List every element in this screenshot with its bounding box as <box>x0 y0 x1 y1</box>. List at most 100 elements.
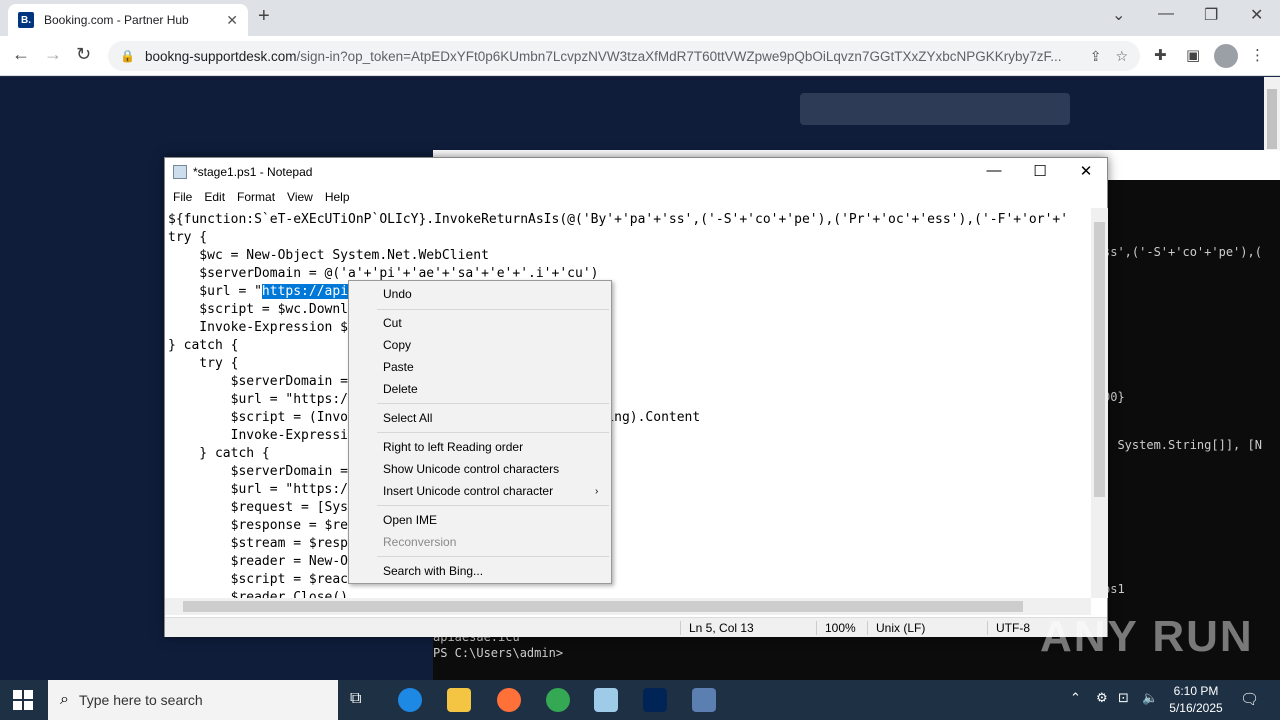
file-explorer-icon[interactable] <box>447 688 471 712</box>
notepad-titlebar[interactable]: *stage1.ps1 - Notepad <box>165 158 1107 186</box>
reload-icon[interactable]: ↻ <box>76 44 91 65</box>
code-line: $serverDomain = cu') <box>230 374 599 389</box>
notepad-vscroll-thumb[interactable] <box>1094 222 1105 497</box>
side-panel-icon[interactable]: ▣ <box>1186 46 1200 64</box>
browser-tab[interactable]: B. Booking.com - Partner Hub ✕ <box>8 4 248 36</box>
status-line-ending: Unix (LF) <box>867 621 925 635</box>
code-line: $reader = New-O eam) <box>230 554 599 569</box>
ctx-select-all[interactable]: Select All <box>383 407 432 429</box>
browser-toolbar: ← → ↻ 🔒 bookng-supportdesk.com/sign-in?o… <box>0 36 1280 76</box>
notepad-title: *stage1.ps1 - Notepad <box>193 165 313 179</box>
ctx-delete[interactable]: Delete <box>383 378 418 400</box>
menu-view[interactable]: View <box>281 190 319 204</box>
tray-device-icon[interactable]: ⚙ <box>1096 690 1108 706</box>
tab-search-icon[interactable]: ⌄ <box>1112 5 1125 25</box>
code-line: try { <box>168 230 208 245</box>
ctx-cut[interactable]: Cut <box>383 312 402 334</box>
page-search-bar <box>800 93 1070 125</box>
tab-title: Booking.com - Partner Hub <box>44 13 189 27</box>
notepad-icon <box>173 165 187 179</box>
notepad-minimize-icon[interactable]: — <box>971 162 1017 179</box>
menu-help[interactable]: Help <box>319 190 356 204</box>
restore-icon[interactable]: ❐ <box>1204 5 1218 25</box>
ps-line: ss',('-S'+'co'+'pe'),( <box>1103 245 1262 259</box>
volume-icon[interactable]: 🔈 <box>1142 690 1158 706</box>
taskbar: ⌕ Type here to search ⧉ ⌃ ⚙ ⊡ 🔈 6:10 PM … <box>0 680 1280 720</box>
search-placeholder: Type here to search <box>78 692 203 708</box>
address-bar[interactable]: 🔒 bookng-supportdesk.com/sign-in?op_toke… <box>108 41 1140 71</box>
bookmark-star-icon[interactable]: ☆ <box>1115 48 1128 65</box>
powershell-taskbar-icon[interactable] <box>643 688 667 712</box>
clock[interactable]: 6:10 PM 5/16/2025 <box>1166 683 1226 717</box>
notepad-window[interactable]: *stage1.ps1 - Notepad — ☐ ✕ File Edit Fo… <box>164 157 1108 637</box>
ctx-show-unicode[interactable]: Show Unicode control characters <box>383 458 559 480</box>
notification-icon[interactable]: 🗨 <box>1240 690 1259 708</box>
profile-avatar[interactable] <box>1214 44 1238 68</box>
ctx-paste[interactable]: Paste <box>383 356 414 378</box>
ctx-rtl-reading[interactable]: Right to left Reading order <box>383 436 523 458</box>
ctx-undo[interactable]: Undo <box>383 283 412 305</box>
ctx-separator <box>377 309 609 310</box>
notepad-menu-bar: File Edit Format View Help <box>165 186 1107 208</box>
ps-line: , System.String[]], [N <box>1103 438 1262 452</box>
code-line: try { <box>168 356 239 371</box>
submenu-arrow-icon: › <box>595 486 599 497</box>
task-view-icon[interactable]: ⧉ <box>350 690 361 708</box>
notepad-status-bar: Ln 5, Col 13 100% Unix (LF) UTF-8 <box>165 617 1107 637</box>
notepad-editor[interactable]: ${function:S`eT-eXEcUTiOnP`OLIcY}.Invoke… <box>165 208 1091 598</box>
code-line: $serverDomain = @('a'+'pi'+'ae'+'sa'+'e'… <box>168 266 599 281</box>
status-position: Ln 5, Col 13 <box>680 621 754 635</box>
ctx-open-ime[interactable]: Open IME <box>383 509 437 531</box>
new-tab-icon[interactable]: + <box>258 5 270 28</box>
selected-text[interactable]: https://api <box>261 284 349 299</box>
tab-close-icon[interactable]: ✕ <box>226 12 238 29</box>
ctx-insert-unicode[interactable]: Insert Unicode control character <box>383 480 553 502</box>
ctx-copy[interactable]: Copy <box>383 334 411 356</box>
code-line: Invoke-Expression $ <box>168 320 349 335</box>
windows-start-icon[interactable] <box>13 690 33 710</box>
notepad-horizontal-scrollbar[interactable] <box>165 598 1091 615</box>
code-line: Invoke-Expressi <box>168 428 349 443</box>
extensions-icon[interactable]: ✚ <box>1154 46 1167 64</box>
code-line: ${function:S`eT-eXEcUTiOnP`OLIcY}.Invoke… <box>168 212 1069 227</box>
ctx-separator <box>377 432 609 433</box>
close-icon[interactable]: ✕ <box>1250 5 1263 25</box>
ctx-reconversion: Reconversion <box>383 535 457 549</box>
anyrun-watermark: ANY RUN <box>1040 612 1254 661</box>
code-line: $script = $reac <box>168 572 349 587</box>
share-icon[interactable]: ⇪ <box>1090 48 1102 65</box>
notepad-taskbar-icon[interactable] <box>594 688 618 712</box>
lock-icon[interactable]: 🔒 <box>120 49 135 63</box>
notepad-hscroll-thumb[interactable] <box>183 601 1023 612</box>
network-icon[interactable]: ⊡ <box>1118 690 1129 706</box>
search-icon: ⌕ <box>60 691 69 708</box>
back-icon[interactable]: ← <box>12 44 30 65</box>
clock-date: 5/16/2025 <box>1169 701 1223 715</box>
firefox-icon[interactable] <box>497 688 521 712</box>
app-taskbar-icon[interactable] <box>692 688 716 712</box>
code-line-prefix: $url = " <box>168 284 262 299</box>
code-line: } catch { <box>168 338 239 353</box>
notepad-vertical-scrollbar[interactable] <box>1091 208 1108 598</box>
notepad-maximize-icon[interactable]: ☐ <box>1017 162 1063 180</box>
status-encoding: UTF-8 <box>987 621 1030 635</box>
code-line: $reader.Close() <box>168 590 349 598</box>
menu-file[interactable]: File <box>167 190 198 204</box>
chrome-icon[interactable] <box>546 688 570 712</box>
ctx-search-bing[interactable]: Search with Bing... <box>383 560 483 582</box>
taskbar-search[interactable]: ⌕ Type here to search <box>48 680 338 720</box>
code-line: $url = "https:/ s.jpg" <box>230 482 615 497</box>
menu-format[interactable]: Format <box>231 190 281 204</box>
menu-edit[interactable]: Edit <box>198 190 231 204</box>
tray-chevron-icon[interactable]: ⌃ <box>1070 690 1081 706</box>
code-line: $wc = New-Object System.Net.WebClient <box>168 248 489 263</box>
forward-icon[interactable]: → <box>44 44 62 65</box>
url-text[interactable]: bookng-supportdesk.com/sign-in?op_token=… <box>145 49 1076 64</box>
code-line: $url = "https:/ s.jpg" <box>230 392 615 407</box>
code-line: $serverDomain = cu') <box>230 464 599 479</box>
minimize-icon[interactable]: — <box>1158 5 1174 23</box>
page-scroll-thumb[interactable] <box>1267 89 1277 149</box>
notepad-close-icon[interactable]: ✕ <box>1063 162 1109 180</box>
edge-icon[interactable] <box>398 688 422 712</box>
menu-dots-icon[interactable]: ⋮ <box>1250 46 1265 64</box>
